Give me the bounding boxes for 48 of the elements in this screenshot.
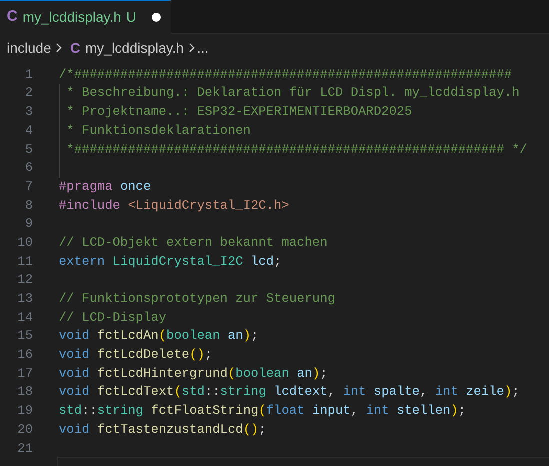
breadcrumb-item[interactable]: my_lcddisplay.h: [86, 38, 184, 58]
tab-label: my_lcddisplay.h: [22, 8, 122, 27]
code-line: * Funktionsdeklarationen: [66, 122, 251, 140]
git-status: U: [126, 8, 137, 27]
code-line: // LCD-Display: [59, 308, 167, 327]
code-line: * Projektname..: ESP32-EXPERIMENTIERBOARD2025: [66, 103, 412, 122]
code-line: void fctLcdAn(boolean an);: [59, 327, 259, 346]
line-number: 8: [24, 196, 33, 215]
code-line: // LCD-Objekt extern bekannt machen: [59, 234, 328, 252]
chevron-right-icon: [189, 43, 196, 53]
line-number: 20: [16, 420, 33, 439]
code-line: #pragma once: [59, 178, 152, 196]
code-line: #include <LiquidCrystal_I2C.h>: [59, 196, 290, 215]
line-number: 11: [16, 252, 33, 271]
code-line: extern LiquidCrystal_I2C lcd;: [59, 252, 282, 271]
line-number: 7: [24, 178, 33, 196]
editor-tab[interactable]: C my_lcddisplay.h U: [0, 0, 171, 34]
line-number: 13: [16, 290, 33, 308]
line-number: 17: [16, 364, 33, 383]
line-number: 21: [16, 440, 33, 458]
line-number: 19: [16, 402, 33, 420]
line-number: 1: [24, 66, 33, 84]
breadcrumb-item[interactable]: include: [7, 38, 52, 58]
code-line: std::string fctFloatString(float input, int stellen);: [59, 402, 466, 420]
line-number: 3: [24, 103, 33, 122]
line-number: 12: [16, 271, 33, 290]
c-file-icon: C: [7, 6, 18, 29]
code-line: void fctTastenzustandLcd();: [59, 420, 266, 439]
line-number: 6: [24, 159, 33, 178]
line-number: 2: [24, 84, 33, 102]
code-line: *######################################################## */: [66, 140, 528, 158]
line-number: 15: [16, 327, 33, 346]
line-number: 9: [24, 215, 33, 234]
chevron-right-icon: [56, 43, 62, 53]
line-number: 16: [16, 346, 33, 364]
line-number: 4: [24, 122, 33, 140]
c-file-icon: C: [70, 38, 80, 58]
line-number: 18: [16, 383, 33, 402]
code-line: * Beschreibung.: Deklaration für LCD Displ. my_lcddisplay.h: [66, 84, 520, 102]
code-line: void fctLcdDelete();: [59, 346, 213, 364]
line-number: 10: [16, 234, 33, 252]
code-line: // Funktionsprototypen zur Steuerung: [59, 290, 336, 308]
code-line: /*#########################################################: [59, 66, 512, 84]
breadcrumb-more[interactable]: ...: [197, 38, 209, 58]
code-line: void fctLcdText(std::string lcdtext, int spalte, int zeile);: [59, 383, 520, 402]
line-number: 5: [24, 140, 33, 158]
code-line: void fctLcdHintergrund(boolean an);: [59, 364, 328, 383]
line-number: 14: [16, 308, 33, 327]
